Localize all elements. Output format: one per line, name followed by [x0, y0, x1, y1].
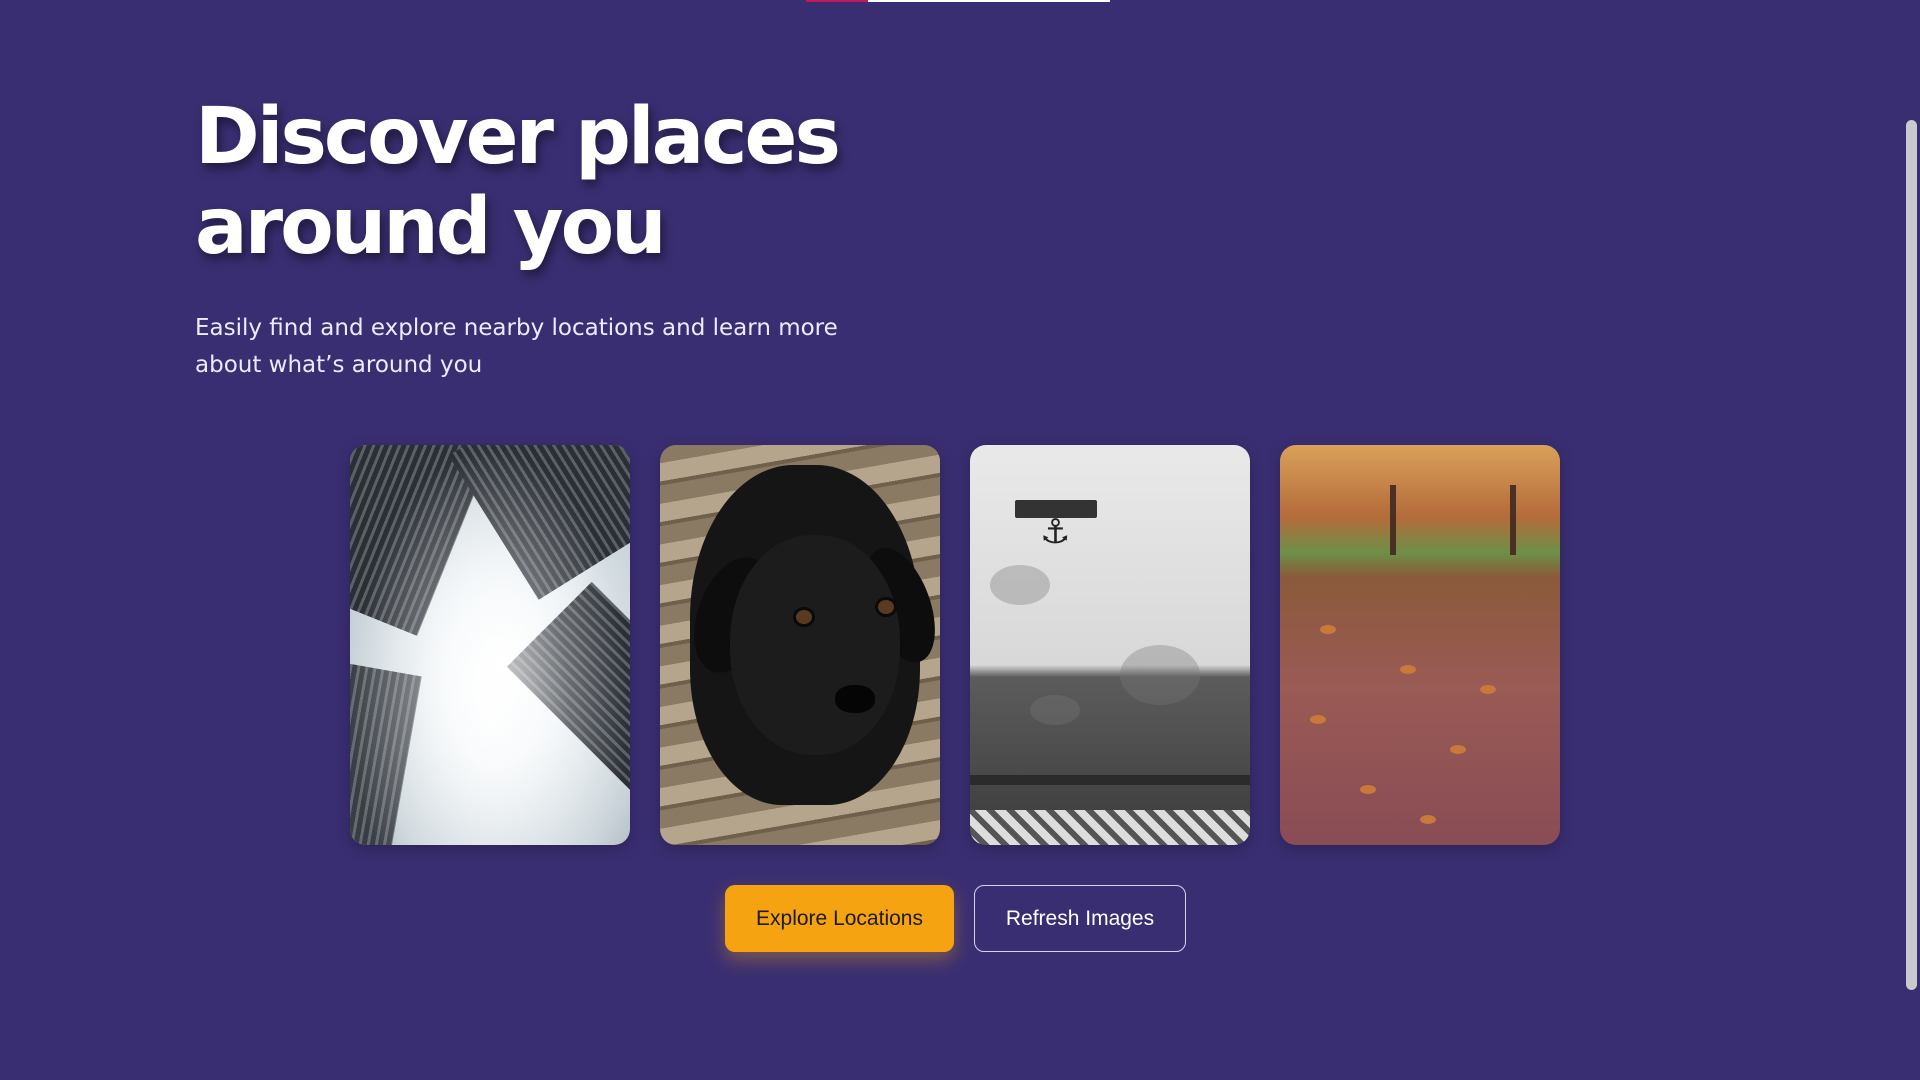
gallery-image-puppy[interactable] — [660, 445, 940, 845]
leaf-shape — [1320, 625, 1336, 634]
puppy-eye — [878, 600, 894, 614]
hero-subtitle: Easily find and explore nearby locations… — [195, 315, 838, 378]
gallery-image-autumn-path[interactable] — [1280, 445, 1560, 845]
anchor-icon: ⚓ — [1040, 512, 1071, 552]
wall-stain — [1120, 645, 1200, 705]
leaf-shape — [1400, 665, 1416, 674]
gallery-image-skyscrapers[interactable] — [350, 445, 630, 845]
wall-stain — [1030, 695, 1080, 725]
leaf-shape — [1310, 715, 1326, 724]
explore-locations-button[interactable]: Explore Locations — [725, 885, 954, 952]
hero-section: Discover places around you Easily find a… — [195, 92, 955, 384]
hero-title: Discover places around you — [195, 92, 841, 272]
scrollbar-thumb[interactable] — [1906, 120, 1917, 990]
gallery-image-bench-wall[interactable]: ⚓ — [970, 445, 1250, 845]
puppy-eye — [796, 610, 812, 624]
fence-post — [1390, 485, 1396, 555]
top-progress-track — [868, 0, 1110, 2]
action-buttons: Explore Locations Refresh Images — [725, 885, 1186, 952]
puppy-head — [730, 535, 900, 755]
leaf-shape — [1450, 745, 1466, 754]
tiled-floor — [970, 810, 1250, 845]
page-scrollbar[interactable] — [1903, 0, 1920, 1080]
refresh-images-button[interactable]: Refresh Images — [974, 885, 1186, 952]
image-gallery: ⚓ — [350, 445, 1560, 845]
top-progress-accent — [806, 0, 868, 2]
leaf-shape — [1360, 785, 1376, 794]
fence-post — [1510, 485, 1516, 555]
top-progress-line — [806, 0, 1110, 2]
leaf-shape — [1420, 815, 1436, 824]
leaf-shape — [1480, 685, 1496, 694]
bench-seat — [970, 775, 1250, 785]
page: Discover places around you Easily find a… — [0, 0, 1920, 1080]
fog-overlay — [350, 445, 630, 845]
puppy-nose — [835, 685, 875, 713]
wall-stain — [990, 565, 1050, 605]
